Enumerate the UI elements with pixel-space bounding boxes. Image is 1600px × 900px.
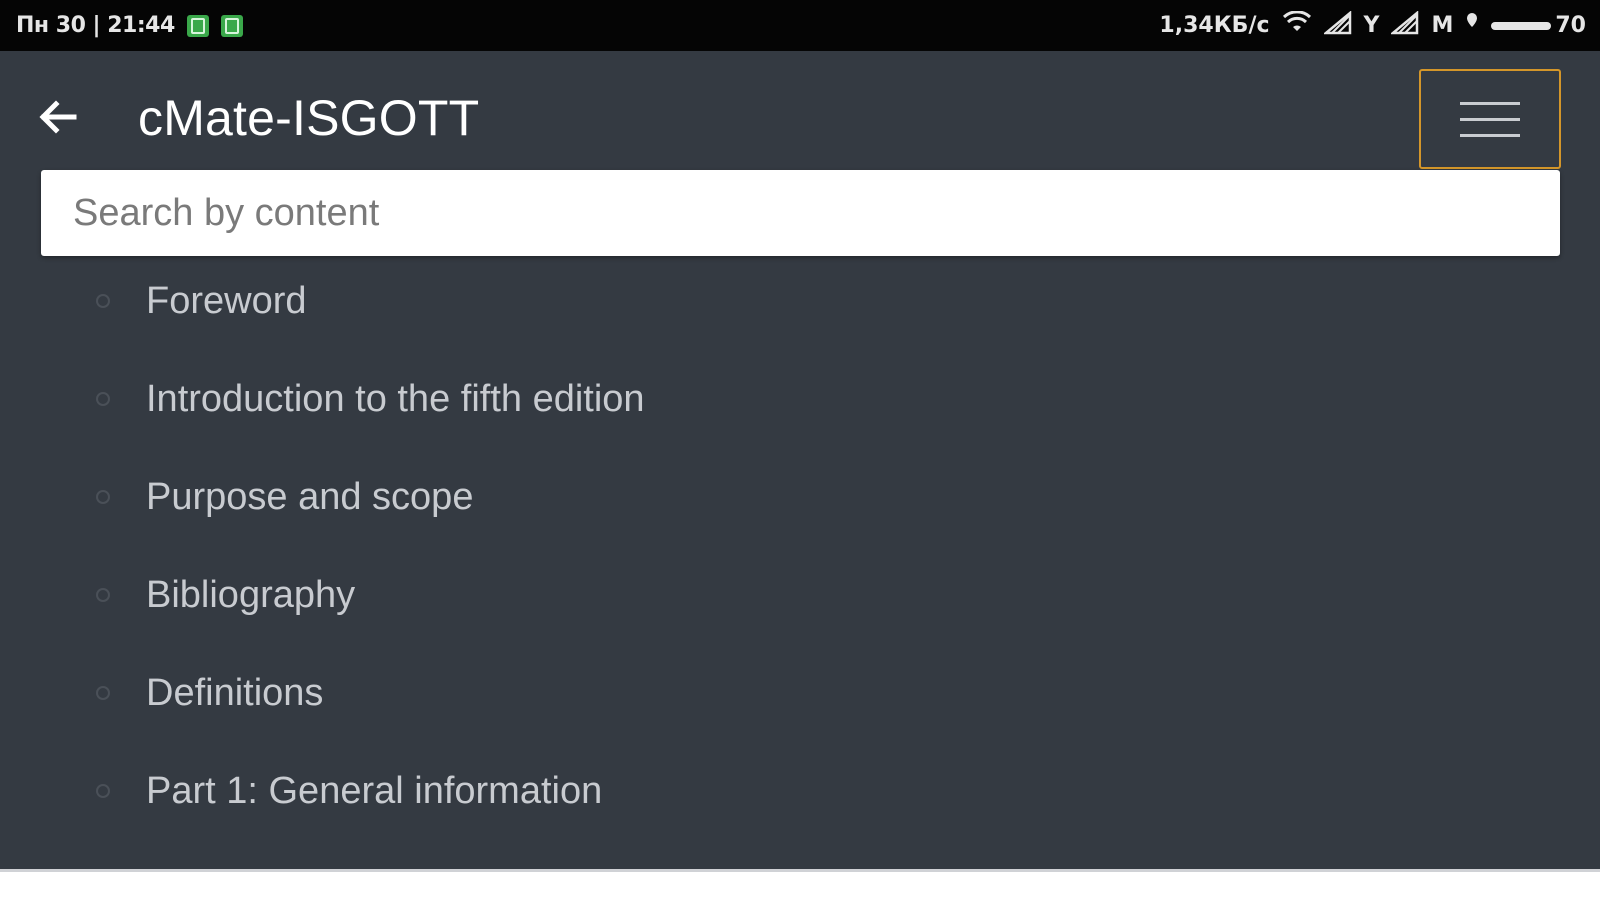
list-item-label: Purpose and scope	[146, 475, 474, 518]
bullet-icon	[96, 784, 110, 798]
list-item[interactable]: Foreword	[96, 271, 1296, 331]
location-icon	[1465, 11, 1479, 41]
content-panel: cMate-ISGOTT Foreword Introduction to th…	[0, 51, 1600, 869]
list-item-label: Introduction to the fifth edition	[146, 377, 645, 420]
arrow-left-icon	[38, 99, 78, 140]
status-left: Пн 30 | 21:44	[16, 13, 243, 38]
app-window: Пн 30 | 21:44 1,34КБ/с Y M 70 cMate-ISGO…	[0, 0, 1600, 900]
bullet-icon	[96, 686, 110, 700]
battery-indicator: 70	[1491, 13, 1586, 38]
signal-icon	[1322, 9, 1352, 41]
notification-icon	[186, 14, 209, 37]
list-item[interactable]: Bibliography	[96, 565, 1296, 625]
status-datetime: Пн 30 | 21:44	[16, 13, 175, 38]
back-button[interactable]	[30, 91, 86, 147]
status-bar: Пн 30 | 21:44 1,34КБ/с Y M 70	[0, 0, 1600, 51]
list-item-label: Bibliography	[146, 573, 356, 616]
status-right: 1,34КБ/с Y M 70	[1159, 9, 1586, 41]
bullet-icon	[96, 490, 110, 504]
search-box	[41, 170, 1560, 256]
list-item[interactable]: Purpose and scope	[96, 467, 1296, 527]
sim2-label: M	[1431, 13, 1454, 38]
bottom-divider	[0, 869, 1600, 872]
network-speed: 1,34КБ/с	[1159, 13, 1270, 38]
list-item[interactable]: Introduction to the fifth edition	[96, 369, 1296, 429]
battery-icon	[1491, 21, 1552, 30]
list-item[interactable]: Definitions	[96, 663, 1296, 723]
toolbar: cMate-ISGOTT	[0, 51, 1600, 169]
list-item-label: Part 1: General information	[146, 769, 603, 812]
bullet-icon	[96, 294, 110, 308]
list-item-label: Definitions	[146, 671, 324, 714]
hamburger-icon	[1460, 101, 1520, 105]
battery-level: 70	[1555, 13, 1586, 38]
wifi-icon	[1282, 9, 1312, 41]
notification-icon	[220, 14, 243, 37]
bullet-icon	[96, 392, 110, 406]
bullet-icon	[96, 588, 110, 602]
page-title: cMate-ISGOTT	[138, 90, 480, 146]
search-input[interactable]	[73, 170, 1560, 256]
list-item-label: Foreword	[146, 279, 307, 322]
menu-button[interactable]	[1419, 69, 1561, 169]
sim1-label: Y	[1363, 13, 1380, 38]
signal-icon	[1390, 9, 1419, 41]
list-item[interactable]: Part 1: General information	[96, 761, 1296, 821]
